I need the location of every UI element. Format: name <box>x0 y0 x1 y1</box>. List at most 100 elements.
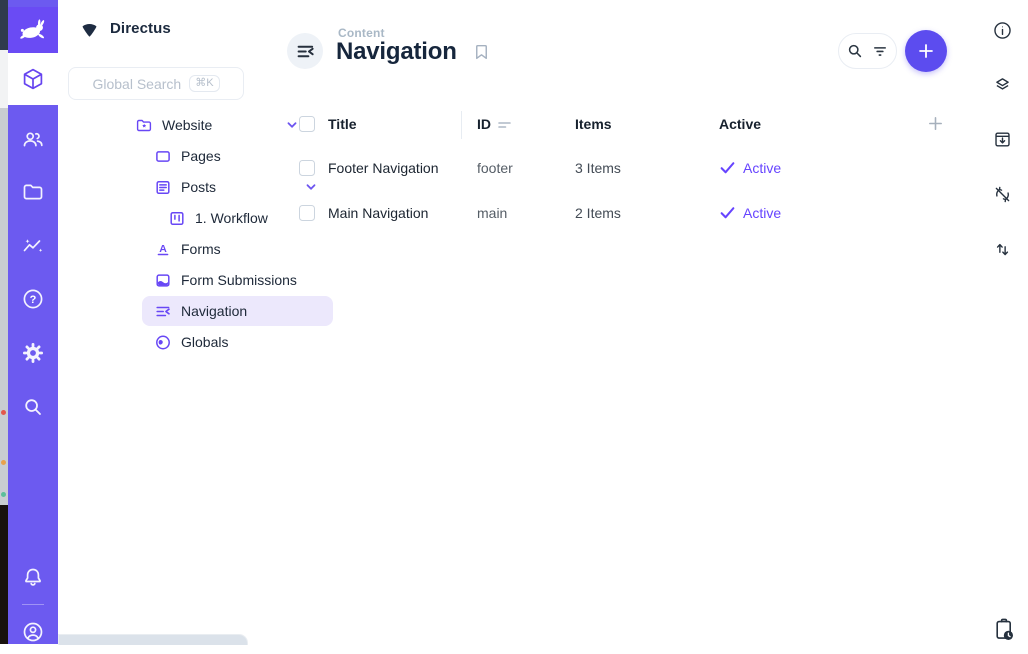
navigation-sidebar: Directus Global Search ⌘K Website Pages <box>58 0 248 644</box>
select-all-checkbox[interactable] <box>299 116 315 132</box>
content-module-icon <box>21 67 45 91</box>
row-active-status: Active <box>719 204 781 221</box>
module-files-button[interactable] <box>8 170 58 214</box>
sidebar-item-form-submissions[interactable]: Form Submissions <box>126 265 333 295</box>
users-module-icon <box>21 127 45 151</box>
project-logo-icon <box>78 18 101 38</box>
module-help-button[interactable]: ? <box>8 277 58 321</box>
sidebar-item-label: Website <box>162 117 212 133</box>
row-checkbox[interactable] <box>299 160 315 176</box>
sidebar-item-label: Posts <box>181 179 216 195</box>
files-module-icon <box>21 180 45 204</box>
archive-icon <box>992 129 1013 150</box>
sidebar-item-navigation[interactable]: Navigation <box>126 296 333 326</box>
project-name: Directus <box>110 20 171 37</box>
app-window: { "app": { "product": "Directus" }, "nav… <box>0 0 1028 644</box>
svg-text:A: A <box>159 243 167 255</box>
chevron-down-icon[interactable] <box>286 119 298 131</box>
column-separator[interactable] <box>461 111 462 139</box>
filter-icon[interactable] <box>871 42 889 60</box>
row-checkbox[interactable] <box>299 205 315 221</box>
global-search-placeholder: Global Search <box>92 76 181 92</box>
info-sidebar-button[interactable] <box>992 20 1013 41</box>
add-column-icon[interactable] <box>925 113 946 134</box>
layout-options-button[interactable] <box>992 74 1013 95</box>
account-button[interactable] <box>8 610 58 654</box>
kanban-icon <box>169 210 185 226</box>
sidebar-item-label: Navigation <box>181 303 247 319</box>
column-header-title[interactable]: Title <box>328 116 357 132</box>
sync-disabled-icon <box>992 184 1013 205</box>
row-title: Main Navigation <box>328 205 428 221</box>
status-badge: Active <box>743 205 781 221</box>
sidebar-item-website[interactable]: Website <box>126 110 314 140</box>
nav-list-icon <box>155 303 171 319</box>
project-header[interactable]: Directus <box>78 18 171 38</box>
sidebar-item-label: Globals <box>181 334 228 350</box>
sidebar-item-globals[interactable]: Globals <box>126 327 333 357</box>
import-export-button[interactable] <box>992 129 1013 150</box>
bottom-overlay-bar <box>58 634 248 645</box>
live-updates-off-button[interactable] <box>992 184 1013 205</box>
sort-indicator-icon[interactable] <box>498 120 512 130</box>
collection-icon-button[interactable] <box>287 33 323 69</box>
search-shortcut-badge: ⌘K <box>189 75 219 92</box>
row-id: footer <box>477 160 513 176</box>
notifications-bell-icon <box>21 566 45 590</box>
inbox-icon <box>155 272 171 288</box>
help-module-icon: ? <box>21 287 45 311</box>
folder-star-icon <box>136 117 152 133</box>
module-bar: ? <box>8 0 58 644</box>
page-icon <box>155 148 171 164</box>
pending-actions-icon <box>992 617 1016 645</box>
row-items: 2 Items <box>575 205 621 221</box>
desktop-background-sliver <box>0 0 8 644</box>
sidebar-item-label: Pages <box>181 148 221 164</box>
status-badge: Active <box>743 160 781 176</box>
bookmark-icon[interactable] <box>472 42 491 62</box>
column-header-id[interactable]: ID <box>477 116 491 132</box>
page-title: Navigation <box>336 38 457 66</box>
row-id: main <box>477 205 507 221</box>
module-content-active[interactable] <box>8 53 58 105</box>
sidebar-item-label: Forms <box>181 241 221 257</box>
global-search-input[interactable]: Global Search ⌘K <box>68 67 244 100</box>
module-insights-button[interactable] <box>8 224 58 268</box>
add-item-button[interactable] <box>905 30 947 72</box>
search-filter-pill <box>838 33 897 69</box>
settings-module-icon <box>21 341 45 365</box>
info-icon <box>992 20 1013 41</box>
notifications-button[interactable] <box>8 556 58 600</box>
sort-items-button[interactable] <box>992 239 1013 260</box>
sidebar-item-posts[interactable]: Posts <box>126 172 333 202</box>
svg-text:?: ? <box>30 294 37 306</box>
module-bar-divider <box>22 604 44 605</box>
sidebar-item-forms[interactable]: A Forms <box>126 234 333 264</box>
module-users-button[interactable] <box>8 117 58 161</box>
chevron-down-icon[interactable] <box>305 181 317 193</box>
activity-sidebar-button[interactable] <box>992 617 1013 645</box>
plus-icon <box>915 40 937 62</box>
column-header-active[interactable]: Active <box>719 116 761 132</box>
check-icon <box>719 159 736 176</box>
row-title: Footer Navigation <box>328 160 439 176</box>
module-settings-button[interactable] <box>8 331 58 375</box>
column-header-items[interactable]: Items <box>575 116 612 132</box>
layers-icon <box>992 74 1013 95</box>
sidebar-item-label: 1. Workflow <box>195 210 268 226</box>
text-a-icon: A <box>155 241 171 257</box>
account-circle-icon <box>21 620 45 644</box>
globe-icon <box>155 334 171 350</box>
sidebar-item-label: Form Submissions <box>181 272 297 288</box>
search-icon[interactable] <box>846 42 864 60</box>
module-search-button[interactable] <box>8 385 58 429</box>
check-icon <box>719 204 736 221</box>
row-items: 3 Items <box>575 160 621 176</box>
collection-nav-list-icon <box>296 42 315 61</box>
insights-module-icon <box>21 234 45 258</box>
row-active-status: Active <box>719 159 781 176</box>
directus-rabbit-logo <box>19 16 47 44</box>
directus-logo-button[interactable] <box>8 7 58 53</box>
search-module-icon <box>21 395 45 419</box>
sort-vert-icon <box>992 239 1013 260</box>
